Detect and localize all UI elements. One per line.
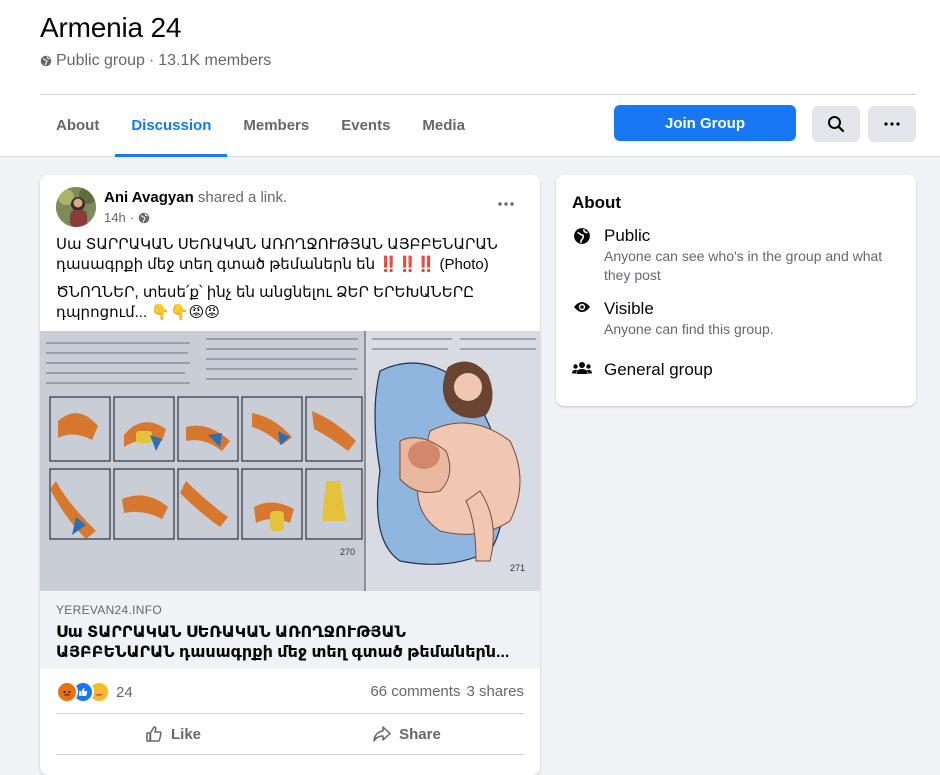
post-text-paragraph-1: Սա ՏԱՐՐԱԿԱՆ ՍԵՌԱԿԱՆ ԱՌՈՂՋՈՒԹՅԱՆ ԱՅԲԲԵՆԱՐ…: [56, 236, 498, 273]
share-label: Share: [399, 725, 441, 743]
post-time-line: 14h ·: [104, 210, 150, 225]
about-item-general-group: General group: [572, 359, 713, 381]
feed-post: Ani Avagyan shared a link. 14h · Սա ՏԱՐՐ…: [40, 175, 540, 775]
group-meta: Public group · 13.1K members: [40, 52, 271, 70]
tab-discussion[interactable]: Discussion: [115, 96, 228, 157]
tab-members[interactable]: Members: [227, 96, 325, 157]
link-preview[interactable]: YEREVAN24.INFO Սա ՏԱՐՐԱԿԱՆ ՍԵՌԱԿԱՆ ԱՌՈՂՋ…: [40, 591, 540, 669]
shares-count[interactable]: 3 shares: [466, 683, 524, 700]
share-icon: [373, 726, 391, 742]
reaction-count: 24: [116, 683, 133, 701]
reaction-summary[interactable]: 24: [56, 681, 133, 703]
post-action-text: shared a link.: [197, 189, 288, 206]
share-button[interactable]: Share: [290, 717, 524, 751]
post-stats: 66 comments 3 shares: [370, 683, 524, 700]
people-icon: [572, 362, 592, 374]
svg-text:271: 271: [510, 563, 525, 573]
angry-reaction-icon: [56, 681, 78, 703]
header-divider: [40, 94, 916, 95]
tab-events[interactable]: Events: [325, 96, 406, 157]
globe-icon: [574, 228, 590, 244]
avatar-image: [56, 187, 96, 227]
like-label: Like: [170, 725, 201, 743]
post-actions-divider: [56, 713, 524, 714]
link-domain: YEREVAN24.INFO: [56, 603, 163, 617]
about-item-visible: Visible Anyone can find this group.: [572, 298, 904, 339]
globe-icon: [138, 212, 150, 223]
post-bottom-divider: [56, 754, 524, 755]
svg-text:270: 270: [340, 547, 355, 557]
post-body: Սա ՏԱՐՐԱԿԱՆ ՍԵՌԱԿԱՆ ԱՌՈՂՋՈՒԹՅԱՆ ԱՅԲԲԵՆԱՐ…: [56, 235, 526, 331]
link-preview-image[interactable]: 271 270 i: [40, 331, 540, 591]
group-privacy: Public group: [56, 52, 145, 69]
about-item-description: Anyone can see who's in the group and wh…: [604, 248, 883, 283]
more-dots-icon: [884, 122, 900, 126]
post-options-button[interactable]: [488, 189, 524, 219]
about-heading: About: [572, 193, 622, 212]
about-item-public: Public Anyone can see who's in the group…: [572, 225, 904, 285]
about-card: About Public Anyone can see who's in the…: [556, 175, 916, 406]
about-item-title: Public: [604, 226, 651, 245]
author-line: Ani Avagyan shared a link.: [104, 189, 287, 206]
search-icon: [828, 116, 845, 133]
tab-media[interactable]: Media: [406, 96, 481, 157]
author-name[interactable]: Ani Avagyan: [104, 189, 194, 206]
meta-separator: ·: [148, 52, 155, 69]
eye-icon: [574, 302, 590, 312]
post-text-paragraph-2: ԾՆՈՂՆԵՐ, տեսե՛ք՝ ինչ են անցնելու ՁԵՐ ԵՐԵ…: [56, 284, 475, 321]
group-title: Armenia 24: [40, 12, 182, 43]
tab-about[interactable]: About: [40, 96, 115, 157]
like-button[interactable]: Like: [56, 717, 290, 751]
join-group-button[interactable]: Join Group: [614, 105, 796, 141]
post-timestamp[interactable]: 14h: [104, 210, 126, 225]
about-item-title: General group: [604, 360, 713, 379]
globe-icon: [40, 55, 52, 67]
search-button[interactable]: [812, 106, 860, 142]
comments-count[interactable]: 66 comments: [370, 683, 460, 700]
group-tabs: About Discussion Members Events Media: [40, 96, 481, 157]
group-members-count[interactable]: 13.1K members: [158, 52, 271, 70]
link-title: Սա ՏԱՐՐԱԿԱՆ ՍԵՌԱԿԱՆ ԱՌՈՂՋՈՒԹՅԱՆ ԱՅԲԲԵՆԱՐ…: [56, 624, 510, 661]
about-item-title: Visible: [604, 299, 654, 318]
more-options-button[interactable]: [868, 106, 916, 142]
group-header: Armenia 24 Public group · 13.1K members …: [0, 0, 940, 157]
author-avatar[interactable]: [56, 187, 96, 227]
more-dots-icon: [498, 202, 514, 206]
textbook-page-image: 271 270: [40, 331, 540, 591]
about-item-description: Anyone can find this group.: [604, 321, 774, 337]
like-icon: [146, 726, 162, 742]
